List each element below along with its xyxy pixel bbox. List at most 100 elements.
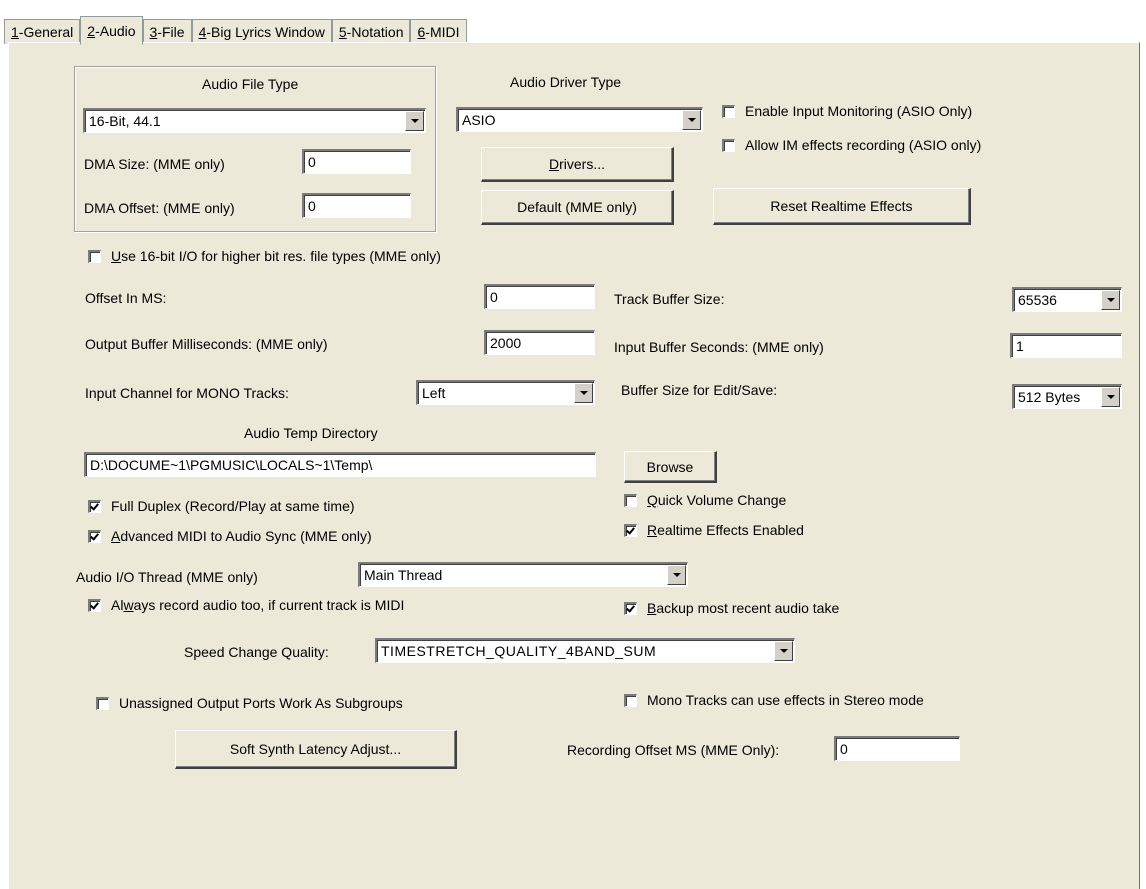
tab-file-key: 3 [149, 24, 158, 40]
use-16bit-io-key: U [111, 248, 122, 264]
drivers-button-key: D [548, 156, 560, 172]
enable-input-monitoring-checkbox[interactable]: Enable Input Monitoring (ASIO Only) [722, 103, 972, 119]
checkbox-box[interactable] [722, 104, 735, 118]
tab-notation[interactable]: 5 -Notation [331, 19, 411, 44]
speed-quality-select[interactable]: TIMESTRETCH_QUALITY_4BAND_SUM [375, 638, 795, 663]
tab-big-lyrics-key: 4 [198, 24, 207, 40]
drivers-button[interactable]: Drivers... [481, 147, 674, 182]
edit-buffer-select[interactable]: 512 Bytes [1012, 384, 1122, 409]
drivers-button-label: rivers... [559, 156, 605, 172]
quick-volume-label: uick Volume Change [657, 492, 787, 508]
tab-file[interactable]: 3 -File [142, 19, 192, 44]
recording-offset-input[interactable]: 0 [834, 736, 960, 761]
temp-dir-input[interactable]: D:\DOCUME~1\PGMUSIC\LOCALS~1\Temp\ [84, 452, 596, 477]
browse-button[interactable]: Browse [624, 451, 717, 483]
checkbox-box[interactable] [96, 696, 109, 710]
input-buffer-input[interactable]: 1 [1010, 333, 1122, 358]
dma-size-input[interactable]: 0 [302, 149, 411, 174]
tab-big-lyrics[interactable]: 4 -Big Lyrics Window [191, 19, 332, 44]
output-buffer-label: Output Buffer Milliseconds: (MME only) [85, 336, 328, 352]
checkbox-box[interactable] [624, 523, 637, 537]
backup-take-label: ackup most recent audio take [656, 600, 840, 616]
soft-synth-latency-button[interactable]: Soft Synth Latency Adjust... [175, 730, 457, 769]
audio-file-type-select[interactable]: 16-Bit, 44.1 [83, 108, 426, 133]
tab-file-label: -File [157, 24, 185, 40]
always-record-prefix: Al [111, 597, 124, 613]
dma-offset-input[interactable]: 0 [302, 193, 411, 218]
realtime-effects-label: ealtime Effects Enabled [657, 522, 804, 538]
unassigned-ports-checkbox[interactable]: Unassigned Output Ports Work As Subgroup… [96, 695, 403, 711]
allow-im-effects-checkbox[interactable]: Allow IM effects recording (ASIO only) [722, 137, 981, 153]
speed-quality-label: Speed Change Quality: [184, 644, 329, 660]
checkbox-box[interactable] [624, 493, 637, 507]
backup-take-key: B [647, 600, 657, 616]
tab-midi[interactable]: 6 -MIDI [410, 19, 467, 44]
edit-buffer-label: Buffer Size for Edit/Save: [621, 382, 778, 398]
tab-notation-key: 5 [338, 24, 347, 40]
chevron-down-icon[interactable] [1101, 387, 1120, 407]
reset-realtime-effects-button[interactable]: Reset Realtime Effects [713, 188, 971, 225]
quick-volume-checkbox[interactable]: Quick Volume Change [624, 492, 786, 508]
full-duplex-checkbox[interactable]: Full Duplex (Record/Play at same time) [88, 498, 355, 514]
input-buffer-label: Input Buffer Seconds: (MME only) [614, 339, 824, 355]
advanced-midi-sync-key: A [111, 528, 121, 544]
always-record-label: ays record audio too, if current track i… [133, 597, 405, 613]
checkbox-box[interactable] [624, 601, 637, 615]
offset-ms-input[interactable]: 0 [484, 284, 595, 309]
realtime-effects-checkbox[interactable]: Realtime Effects Enabled [624, 522, 804, 538]
default-mme-button[interactable]: Default (MME only) [481, 190, 674, 225]
tab-midi-key: 6 [417, 24, 426, 40]
chevron-down-icon[interactable] [574, 383, 593, 403]
checkbox-box[interactable] [88, 249, 101, 263]
audio-file-type-value: 16-Bit, 44.1 [89, 113, 161, 129]
output-buffer-input[interactable]: 2000 [484, 330, 595, 355]
mono-stereo-label: Mono Tracks can use effects in Stereo mo… [647, 692, 924, 708]
recording-offset-label: Recording Offset MS (MME Only): [567, 742, 780, 758]
tab-audio[interactable]: 2 -Audio [80, 16, 143, 45]
io-thread-select[interactable]: Main Thread [358, 562, 688, 587]
track-buffer-select[interactable]: 65536 [1012, 287, 1122, 312]
checkbox-box[interactable] [624, 693, 637, 707]
track-buffer-value: 65536 [1018, 292, 1057, 308]
enable-input-monitoring-label: Enable Input Monitoring (ASIO Only) [745, 103, 973, 119]
input-channel-select[interactable]: Left [416, 380, 595, 405]
dma-size-label: DMA Size: (MME only) [84, 156, 225, 172]
input-channel-label: Input Channel for MONO Tracks: [85, 385, 289, 401]
chevron-down-icon[interactable] [774, 641, 793, 661]
temp-dir-label: Audio Temp Directory [244, 425, 378, 441]
tab-general-label: -General [18, 24, 74, 40]
advanced-midi-sync-checkbox[interactable]: Advanced MIDI to Audio Sync (MME only) [88, 528, 372, 544]
tab-audio-label: -Audio [95, 22, 136, 39]
tab-audio-key: 2 [87, 22, 96, 39]
always-record-audio-checkbox[interactable]: Al w ays record audio too, if current trac… [88, 597, 404, 613]
audio-driver-type-title: Audio Driver Type [510, 74, 622, 90]
chevron-down-icon[interactable] [1101, 290, 1120, 310]
edit-buffer-value: 512 Bytes [1018, 389, 1081, 405]
mono-stereo-checkbox[interactable]: Mono Tracks can use effects in Stereo mo… [624, 692, 924, 708]
tab-midi-label: -MIDI [425, 24, 460, 40]
checkbox-box[interactable] [88, 529, 101, 543]
realtime-effects-key: R [647, 522, 658, 538]
chevron-down-icon[interactable] [682, 110, 701, 130]
checkbox-box[interactable] [88, 598, 101, 612]
backup-take-checkbox[interactable]: Backup most recent audio take [624, 600, 839, 616]
io-thread-label: Audio I/O Thread (MME only) [76, 569, 258, 585]
use-16bit-io-label: se 16-bit I/O for higher bit res. file t… [121, 248, 441, 264]
checkbox-box[interactable] [88, 499, 101, 513]
tab-notation-label: -Notation [346, 24, 404, 40]
audio-driver-select[interactable]: ASIO [456, 107, 703, 132]
tab-general[interactable]: 1 -General [4, 19, 81, 44]
chevron-down-icon[interactable] [667, 565, 686, 585]
allow-im-effects-label: Allow IM effects recording (ASIO only) [745, 137, 982, 153]
always-record-key: w [123, 597, 134, 613]
use-16bit-io-checkbox[interactable]: Use 16-bit I/O for higher bit res. file … [88, 248, 441, 264]
unassigned-ports-label: Unassigned Output Ports Work As Subgroup… [119, 695, 403, 711]
chevron-down-icon[interactable] [405, 111, 424, 131]
offset-ms-label: Offset In MS: [85, 290, 167, 306]
audio-file-type-title: Audio File Type [202, 76, 299, 92]
tab-general-key: 1 [11, 24, 19, 40]
advanced-midi-sync-label: dvanced MIDI to Audio Sync (MME only) [120, 528, 372, 544]
checkbox-box[interactable] [722, 138, 735, 152]
input-channel-value: Left [422, 385, 446, 401]
full-duplex-label: Full Duplex (Record/Play at same time) [111, 498, 355, 514]
